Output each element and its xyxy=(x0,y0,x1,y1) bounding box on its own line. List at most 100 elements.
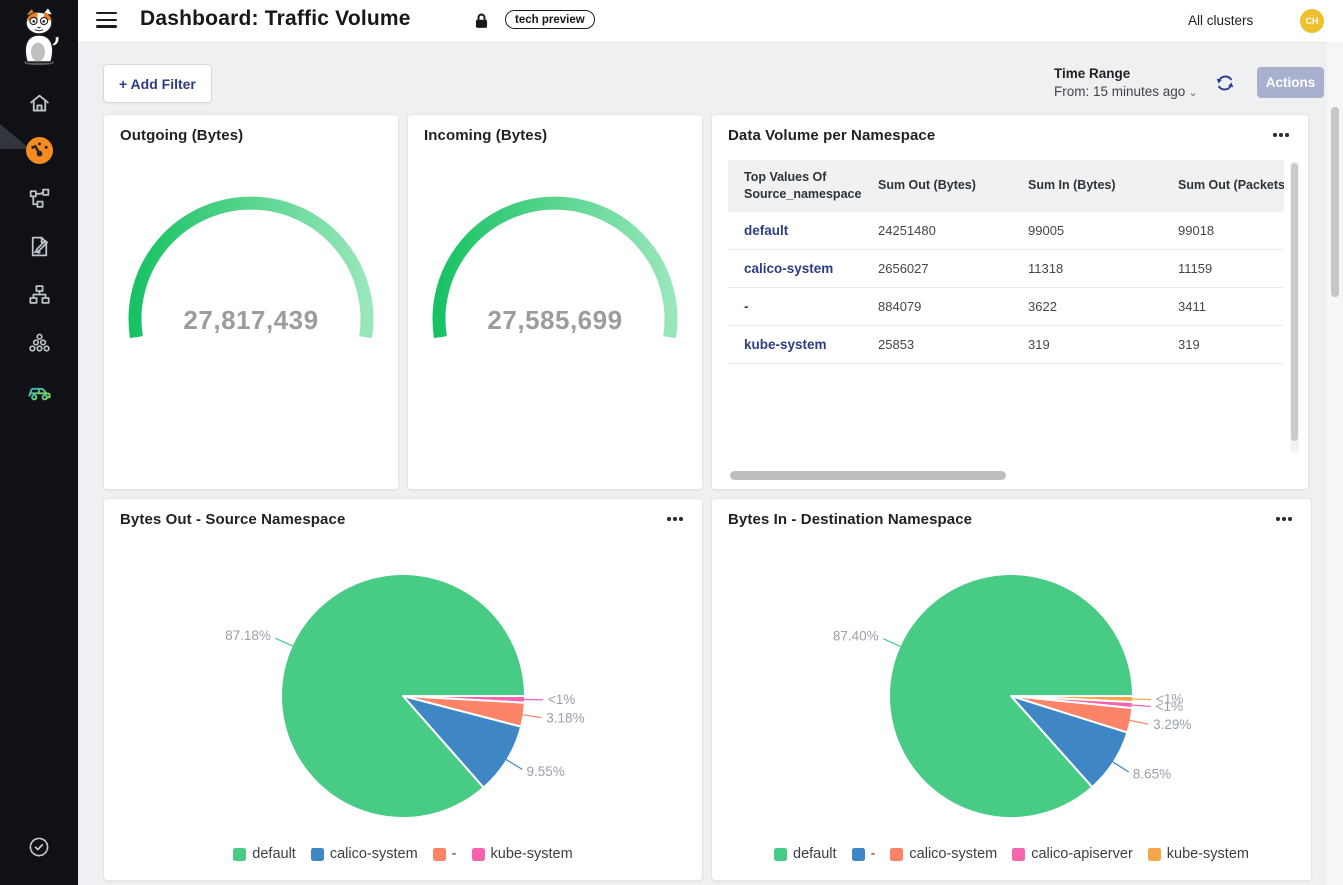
clusters-icon[interactable] xyxy=(19,323,59,363)
table-cell: 24251480 xyxy=(862,212,1012,250)
legend-item-calico-system[interactable]: calico-system xyxy=(890,846,997,862)
policies-icon[interactable] xyxy=(19,226,59,266)
legend-swatch xyxy=(774,848,787,861)
tech-preview-badge: tech preview xyxy=(505,10,595,29)
verified-badge-icon[interactable] xyxy=(19,827,59,867)
home-icon[interactable] xyxy=(19,83,59,123)
legend-label: calico-system xyxy=(330,846,418,862)
pie-label-connector xyxy=(1113,762,1129,772)
table-row: calico-system 26560271131811159 xyxy=(728,249,1284,287)
time-range-value[interactable]: From: 15 minutes ago⌄ xyxy=(1054,84,1198,99)
pie-label: 3.29% xyxy=(1153,717,1191,732)
lock-icon xyxy=(474,12,489,35)
card-bytes-in: Bytes In - Destination Namespace 87.40%8… xyxy=(711,498,1312,881)
pie-label-connector xyxy=(506,759,522,769)
legend-swatch xyxy=(1148,848,1161,861)
table-row: default 242514809900599018 xyxy=(728,212,1284,250)
namespace-link[interactable]: default xyxy=(744,223,788,238)
legend-label: kube-system xyxy=(491,846,573,862)
app-root: Dashboard: Traffic Volume tech preview A… xyxy=(0,0,1343,885)
network-topology-icon[interactable] xyxy=(19,274,59,314)
gauge-value: 27,817,439 xyxy=(183,305,318,335)
outgoing-gauge-chart: 27,817,439 xyxy=(104,115,398,494)
refresh-button[interactable] xyxy=(1214,72,1236,94)
legend-label: - xyxy=(452,846,457,862)
card-incoming-bytes: Incoming (Bytes) 27,585,699 xyxy=(407,114,703,490)
legend-swatch xyxy=(1012,848,1025,861)
bytes-in-legend: default -calico-system calico-apiserver kub… xyxy=(712,846,1311,862)
add-filter-button[interactable]: + Add Filter xyxy=(103,64,212,103)
table-cell: 2656027 xyxy=(862,249,1012,287)
page-scrollbar[interactable] xyxy=(1327,42,1343,885)
table-cell: 99005 xyxy=(1012,212,1162,250)
legend-item-kube-system[interactable]: kube-system xyxy=(1148,846,1249,862)
card-title: Data Volume per Namespace xyxy=(728,127,935,144)
legend-item--[interactable]: - xyxy=(852,846,876,862)
legend-item--[interactable]: - xyxy=(433,846,457,862)
legend-swatch xyxy=(472,848,485,861)
time-range-label: Time Range xyxy=(1054,66,1198,81)
legend-item-calico-apiserver[interactable]: calico-apiserver xyxy=(1012,846,1133,862)
actions-button[interactable]: Actions xyxy=(1257,67,1324,98)
column-header: Sum Out (Packets) xyxy=(1162,160,1284,212)
table-horizontal-scrollbar[interactable] xyxy=(728,471,1288,480)
legend-label: default xyxy=(793,846,837,862)
legend-label: kube-system xyxy=(1167,846,1249,862)
table-cell: 11159 xyxy=(1162,249,1284,287)
gauge-value: 27,585,699 xyxy=(487,305,622,335)
card-menu-button[interactable] xyxy=(1271,509,1297,529)
avatar[interactable]: CH xyxy=(1300,9,1324,33)
bytes-out-legend: default calico-system - kube-system xyxy=(104,846,702,862)
table-cell: 11318 xyxy=(1012,249,1162,287)
pie-label: 87.18% xyxy=(225,628,271,643)
table-vertical-scrollbar[interactable] xyxy=(1290,161,1299,453)
legend-item-default[interactable]: default xyxy=(774,846,837,862)
column-header: Top Values Of Source_namespace xyxy=(728,160,862,212)
legend-swatch xyxy=(311,848,324,861)
calico-cat-logo[interactable] xyxy=(13,6,65,71)
namespace-link[interactable]: - xyxy=(744,299,749,314)
sidebar xyxy=(0,0,78,885)
car-icon[interactable] xyxy=(19,370,59,410)
cluster-selector[interactable]: All clusters xyxy=(1188,13,1253,28)
incoming-gauge-chart: 27,585,699 xyxy=(408,115,702,494)
table-cell: 3622 xyxy=(1012,287,1162,325)
pie-label: <1% xyxy=(1156,692,1183,707)
page-title: Dashboard: Traffic Volume xyxy=(140,7,411,31)
time-range-control: Time Range From: 15 minutes ago⌄ xyxy=(1054,66,1198,99)
table-cell: 319 xyxy=(1012,325,1162,363)
table-cell-namespace: default xyxy=(728,212,862,250)
service-graph-icon[interactable] xyxy=(19,178,59,218)
pie-label-connector xyxy=(275,638,292,646)
card-menu-button[interactable] xyxy=(1268,125,1294,145)
legend-item-kube-system[interactable]: kube-system xyxy=(472,846,573,862)
table-cell: 25853 xyxy=(862,325,1012,363)
chevron-down-icon: ⌄ xyxy=(1188,87,1197,99)
table-row: kube-system25853319319 xyxy=(728,325,1284,363)
legend-item-default[interactable]: default xyxy=(233,846,296,862)
legend-swatch xyxy=(233,848,246,861)
card-menu-button[interactable] xyxy=(662,509,688,529)
namespace-link[interactable]: calico-system xyxy=(744,261,833,276)
card-title: Bytes In - Destination Namespace xyxy=(728,511,972,528)
table-row: -88407936223411 xyxy=(728,287,1284,325)
pie-label-connector xyxy=(1132,699,1151,700)
legend-item-calico-system[interactable]: calico-system xyxy=(311,846,418,862)
namespace-link[interactable]: kube-system xyxy=(744,337,827,352)
column-header: Sum Out (Bytes) xyxy=(862,160,1012,212)
pie-label-connector xyxy=(1132,705,1151,706)
hamburger-menu-icon[interactable] xyxy=(96,12,117,29)
table-cell: 99018 xyxy=(1162,212,1284,250)
dashboards-icon[interactable] xyxy=(19,130,59,170)
legend-label: - xyxy=(871,846,876,862)
pie-label: 8.65% xyxy=(1133,767,1171,782)
app-header: Dashboard: Traffic Volume tech preview A… xyxy=(78,0,1343,43)
legend-swatch xyxy=(890,848,903,861)
pie-label: 3.18% xyxy=(546,710,584,725)
legend-swatch xyxy=(852,848,865,861)
legend-label: calico-apiserver xyxy=(1031,846,1133,862)
card-bytes-out: Bytes Out - Source Namespace 87.18%9.55%… xyxy=(103,498,703,881)
table-header-row: Top Values Of Source_namespaceSum Out (B… xyxy=(728,160,1284,212)
page-scrollbar-thumb[interactable] xyxy=(1331,107,1339,297)
table-cell: 3411 xyxy=(1162,287,1284,325)
